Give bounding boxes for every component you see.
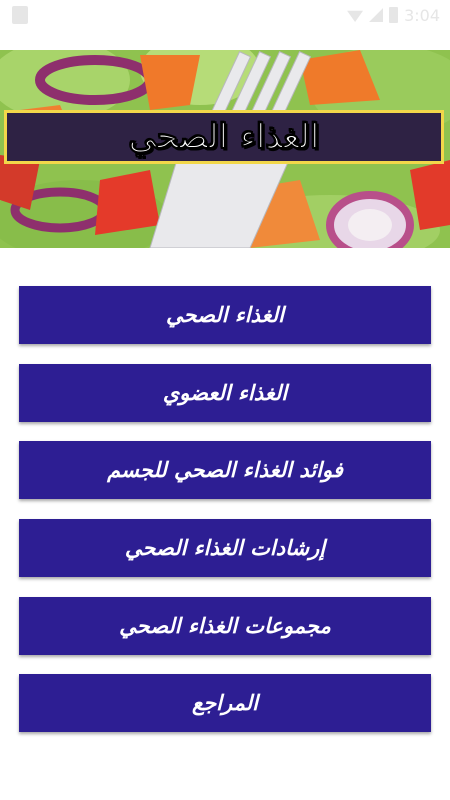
- menu-button-label: إرشادات الغذاء الصحي: [124, 536, 326, 560]
- header-banner-image: الغذاء الصحي: [0, 50, 450, 248]
- menu-button-label: الغذاء الصحي: [166, 303, 284, 327]
- wifi-icon: [347, 10, 364, 22]
- status-bar: 3:04: [0, 0, 450, 30]
- notification-icon: [12, 6, 28, 24]
- menu-button-healthy-food[interactable]: الغذاء الصحي: [19, 286, 431, 344]
- menu-button-label: مجموعات الغذاء الصحي: [119, 614, 331, 638]
- battery-icon: [389, 7, 399, 23]
- app-title: الغذاء الصحي: [128, 117, 320, 158]
- status-time: 3:04: [404, 5, 440, 25]
- menu-button-label: فوائد الغذاء الصحي للجسم: [107, 458, 343, 482]
- title-banner: الغذاء الصحي: [4, 110, 444, 164]
- menu-button-label: المراجع: [192, 691, 258, 715]
- menu-button-guidelines[interactable]: إرشادات الغذاء الصحي: [19, 519, 431, 577]
- menu-button-label: الغذاء العضوي: [162, 381, 288, 405]
- status-icons: 3:04: [347, 4, 440, 26]
- menu-button-references[interactable]: المراجع: [19, 674, 431, 732]
- menu-button-benefits[interactable]: فوائد الغذاء الصحي للجسم: [19, 441, 431, 499]
- menu-button-food-groups[interactable]: مجموعات الغذاء الصحي: [19, 597, 431, 655]
- signal-icon: [369, 8, 384, 22]
- menu-button-organic-food[interactable]: الغذاء العضوي: [19, 364, 431, 422]
